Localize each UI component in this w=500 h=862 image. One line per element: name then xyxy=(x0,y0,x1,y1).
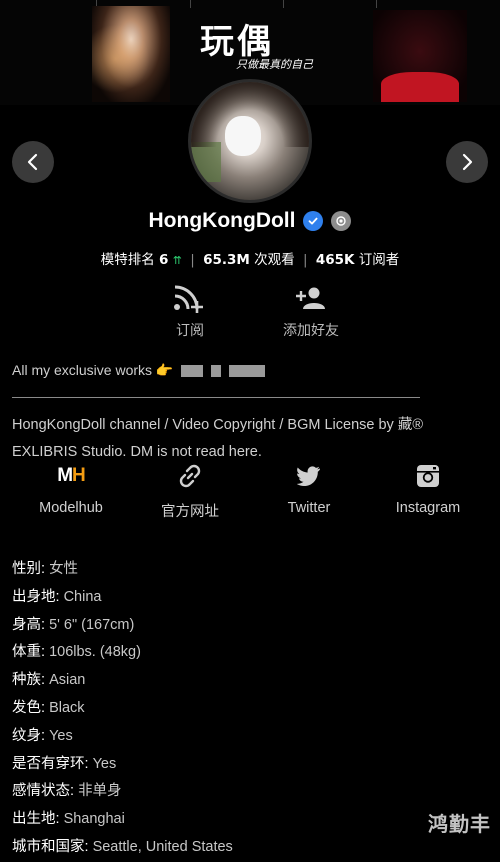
banner-divider xyxy=(283,0,284,8)
detail-row: 是否有穿环: Yes xyxy=(12,755,117,772)
detail-row: 出身地: China xyxy=(12,588,102,605)
twitter-icon xyxy=(265,462,353,490)
instagram-label: Instagram xyxy=(395,500,461,516)
detail-row: 性别: 女性 xyxy=(12,561,79,577)
modelhub-label: Modelhub xyxy=(39,500,103,516)
detail-row: 出生地: Shanghai xyxy=(12,811,125,828)
detail-row: 种族: Asian xyxy=(12,672,86,689)
subscribers-value: 465K xyxy=(315,252,355,268)
subscribe-button[interactable]: 订阅 xyxy=(150,282,230,340)
profile-name-row: HongKongDoll xyxy=(0,209,500,233)
banner-divider xyxy=(190,0,191,8)
next-button[interactable] xyxy=(446,141,488,183)
subscribers-label: 订阅者 xyxy=(358,252,400,268)
previous-button[interactable] xyxy=(12,141,54,183)
banner-subtitle: 只做最真的自己 xyxy=(236,58,313,71)
profile-details: 性别: 女性 出身地: China 身高: 5' 6" (167cm) 体重: … xyxy=(12,556,233,862)
add-friend-button[interactable]: 添加好友 xyxy=(270,282,352,340)
about-text: All my exclusive works 👉 xyxy=(12,362,174,378)
detail-row: 发色: Black xyxy=(12,699,85,716)
add-user-icon xyxy=(270,282,352,314)
views-value: 65.3M xyxy=(203,252,250,268)
modelhub-link[interactable]: MH Modelhub xyxy=(27,462,115,516)
official-site-link[interactable]: 官方网址 xyxy=(146,462,234,521)
detail-row: 身高: 5' 6" (167cm) xyxy=(12,616,135,633)
redacted-link[interactable] xyxy=(181,365,204,378)
award-icon xyxy=(331,211,352,231)
profile-stats: 模特排名 6 ⇈ | 65.3M 次观看 | 465K 订阅者 xyxy=(100,252,400,268)
rank-up-icon: ⇈ xyxy=(172,254,182,267)
add-friend-label: 添加好友 xyxy=(283,323,339,339)
chevron-left-icon xyxy=(27,153,38,171)
avatar xyxy=(188,79,312,203)
rss-add-icon xyxy=(150,282,230,314)
twitter-label: Twitter xyxy=(287,500,331,516)
modelhub-icon: MH xyxy=(57,465,86,486)
verified-icon xyxy=(303,211,324,231)
about-line: All my exclusive works 👉 xyxy=(12,362,266,379)
channel-description: HongKongDoll channel / Video Copyright /… xyxy=(12,417,423,460)
rank-value: 6 xyxy=(159,252,169,268)
official-site-label: 官方网址 xyxy=(161,504,219,520)
twitter-link[interactable]: Twitter xyxy=(265,462,353,516)
link-icon xyxy=(146,462,234,490)
chevron-right-icon xyxy=(462,153,473,171)
detail-row: 感情状态: 非单身 xyxy=(12,783,122,800)
detail-row: 纹身: Yes xyxy=(12,727,73,744)
instagram-icon xyxy=(384,462,472,490)
profile-name: HongKongDoll xyxy=(148,209,296,232)
rank-label: 模特排名 xyxy=(100,252,155,268)
instagram-link[interactable]: Instagram xyxy=(384,462,472,516)
banner-divider xyxy=(376,0,377,8)
banner-photo-right xyxy=(373,10,467,102)
subscribe-label: 订阅 xyxy=(176,323,204,339)
divider xyxy=(12,397,420,398)
views-label: 次观看 xyxy=(254,252,295,268)
detail-row: 体重: 106lbs. (48kg) xyxy=(12,644,141,661)
banner-photo-left xyxy=(92,6,170,102)
watermark: 鸿勤丰 xyxy=(428,812,491,836)
